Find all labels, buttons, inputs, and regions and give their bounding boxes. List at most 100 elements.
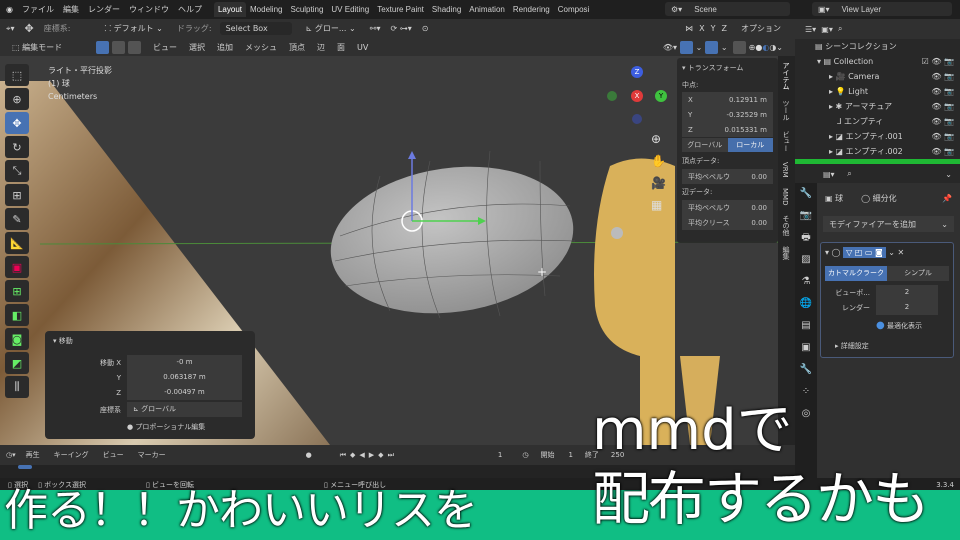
visibility-icons[interactable]: ☑ 👁 📷	[922, 57, 954, 66]
menu-edge[interactable]: 辺	[317, 42, 325, 53]
search-icon[interactable]: ⌕	[838, 24, 842, 34]
edge-select-icon[interactable]	[112, 40, 125, 54]
playhead[interactable]	[18, 465, 32, 469]
median-y-field[interactable]: Y -0.32529 m	[682, 107, 773, 122]
overlay-toggle-icon[interactable]	[704, 40, 718, 54]
add-tool-icon[interactable]: ⊞	[5, 280, 29, 302]
world-tab-icon[interactable]: 🌐	[795, 293, 817, 315]
crease-field[interactable]: 平均クリース 0.00	[682, 215, 773, 230]
outliner-item-empty[interactable]: ⅃ エンプティ 👁 📷	[795, 114, 960, 129]
mirror-z[interactable]: Z	[722, 24, 727, 33]
menu-edit[interactable]: 編集	[63, 4, 79, 15]
vertex-bevel-field[interactable]: 平均ベベルウ 0.00	[682, 169, 773, 184]
tab-other[interactable]: その他	[781, 215, 791, 236]
scale-tool-icon[interactable]: ⤡	[5, 160, 29, 182]
modifier-menu-icon[interactable]: ⌄	[886, 248, 898, 257]
move-icon[interactable]: ✥	[25, 22, 34, 35]
transform-tool-icon[interactable]: ⊞	[5, 184, 29, 206]
solid-shading-icon[interactable]: ●	[755, 43, 762, 52]
tab-modeling[interactable]: Modeling	[246, 2, 286, 17]
collapse-icon[interactable]: ▾ ◯	[825, 248, 843, 257]
gizmo-toggle-icon[interactable]	[679, 40, 693, 54]
outliner-scene-collection[interactable]: ▤ シーンコレクション	[795, 39, 960, 54]
playback-controls[interactable]: ⏮◆◀▶◆⏭	[340, 451, 398, 460]
remove-modifier-icon[interactable]: ✕	[898, 248, 905, 257]
material-shading-icon[interactable]: ◐	[762, 43, 769, 52]
add-modifier-dropdown[interactable]: モディファイアーを追加 ⌄	[823, 216, 954, 232]
tab-animation[interactable]: Animation	[465, 2, 509, 17]
optimal-display-checkbox[interactable]: ● 最適化表示	[876, 320, 953, 331]
tab-tool[interactable]: ツール	[781, 100, 791, 121]
menu-window[interactable]: ウィンドウ	[129, 4, 169, 15]
loop-cut-tool-icon[interactable]: ⫼	[5, 376, 29, 398]
menu-face[interactable]: 面	[337, 42, 345, 53]
move-z-field[interactable]: -0.00497 m	[127, 385, 242, 400]
median-z-field[interactable]: Z 0.015331 m	[682, 122, 773, 137]
gizmo-z[interactable]: Z	[631, 66, 643, 78]
rotate-tool-icon[interactable]: ↻	[5, 136, 29, 158]
view-layer-tab-icon[interactable]: ▨	[795, 249, 817, 271]
transform-header[interactable]: ▾ トランスフォーム	[677, 58, 778, 78]
visibility-icons[interactable]: 👁 📷	[931, 72, 954, 81]
options-dropdown[interactable]: オプション	[741, 23, 781, 34]
menu-render[interactable]: レンダー	[88, 4, 120, 15]
menu-view[interactable]: ビュー	[103, 450, 124, 460]
menu-file[interactable]: ファイル	[22, 4, 54, 15]
camera-view-icon[interactable]: 🎥	[651, 172, 666, 194]
annotate-tool-icon[interactable]: ✎	[5, 208, 29, 230]
visibility-icons[interactable]: 👁 📷	[931, 132, 954, 141]
tab-edit[interactable]: 編集	[781, 246, 791, 260]
tab-vrm[interactable]: VRM	[781, 162, 789, 178]
tab-item[interactable]: アイテム	[781, 62, 791, 90]
add-cube-tool-icon[interactable]: ▣	[5, 256, 29, 278]
vertex-select-icon[interactable]	[96, 40, 109, 54]
menu-view[interactable]: ビュー	[153, 42, 177, 53]
visibility-icons[interactable]: 👁 📷	[931, 147, 954, 156]
tab-rendering[interactable]: Rendering	[509, 2, 554, 17]
orient-dropdown[interactable]: ⊾ グローバル	[127, 402, 242, 417]
transform-tool-icon[interactable]: ⌖▾	[6, 24, 15, 34]
menu-uv[interactable]: UV	[357, 43, 368, 52]
visibility-icons[interactable]: 👁 📷	[931, 117, 954, 126]
proportional-checkbox[interactable]: ● プロポーショナル編集	[127, 422, 205, 432]
snap-icon[interactable]: ⚯▾	[370, 24, 381, 33]
scene-selector[interactable]: ⚙▾ Scene	[665, 2, 790, 16]
render-levels-field[interactable]: 2	[876, 300, 938, 315]
visibility-icon[interactable]: 👁▾	[663, 43, 680, 52]
tab-sculpting[interactable]: Sculpting	[286, 2, 327, 17]
pin-icon[interactable]: 📌	[942, 194, 952, 203]
autokey-icon[interactable]: ●	[306, 451, 312, 459]
global-toggle[interactable]: グローバル	[682, 138, 728, 152]
visibility-icons[interactable]: 👁 📷	[931, 102, 954, 111]
render-tab-icon[interactable]: 📷	[795, 205, 817, 227]
mirror-icon[interactable]: ⋈	[685, 24, 693, 33]
menu-playback[interactable]: 再生	[26, 450, 40, 460]
gizmo-z-arrow[interactable]	[408, 151, 416, 159]
outliner-item-armature[interactable]: ▸ ✱ アーマチュア 👁 📷	[795, 99, 960, 114]
properties-options-icon[interactable]: ⌄	[945, 170, 952, 179]
menu-add[interactable]: 追加	[217, 42, 233, 53]
gizmo-dropdown-icon[interactable]: ⌄	[696, 43, 705, 52]
zoom-icon[interactable]: ⊕	[651, 128, 666, 150]
shading-dropdown-icon[interactable]: ⌄	[776, 43, 783, 52]
gizmo-y[interactable]: Y	[655, 90, 667, 102]
tab-shading[interactable]: Shading	[428, 2, 465, 17]
tab-texture-paint[interactable]: Texture Paint	[373, 2, 428, 17]
mirror-x[interactable]: X	[699, 24, 704, 33]
simple-toggle[interactable]: シンプル	[887, 266, 949, 281]
outliner-item-light[interactable]: ▸ 💡 Light 👁 📷	[795, 84, 960, 99]
menu-mesh[interactable]: メッシュ	[245, 42, 277, 53]
tool-tab-icon[interactable]: 🔧	[795, 183, 817, 205]
modifier-display-toggles[interactable]: ▽ ◰ ▭ ◙	[843, 247, 886, 258]
move-y-field[interactable]: 0.063187 m	[127, 370, 242, 385]
rendered-shading-icon[interactable]: ◑	[769, 43, 776, 52]
menu-select[interactable]: 選択	[189, 42, 205, 53]
operator-title[interactable]: ▾ 移動	[45, 331, 255, 351]
extrude-tool-icon[interactable]: ◧	[5, 304, 29, 326]
modifier-tab-icon[interactable]: 🔧	[795, 359, 817, 381]
proportional-toggle-icon[interactable]: ⊙	[422, 24, 429, 33]
proportional-icon[interactable]: ⟳ ⊶▾	[390, 24, 411, 33]
outliner-item-empty-002[interactable]: ▸ ◪ エンプティ.002 👁 📷	[795, 144, 960, 159]
collection-tab-icon[interactable]: ▤	[795, 315, 817, 337]
outliner-item-camera[interactable]: ▸ 🎥 Camera 👁 📷	[795, 69, 960, 84]
